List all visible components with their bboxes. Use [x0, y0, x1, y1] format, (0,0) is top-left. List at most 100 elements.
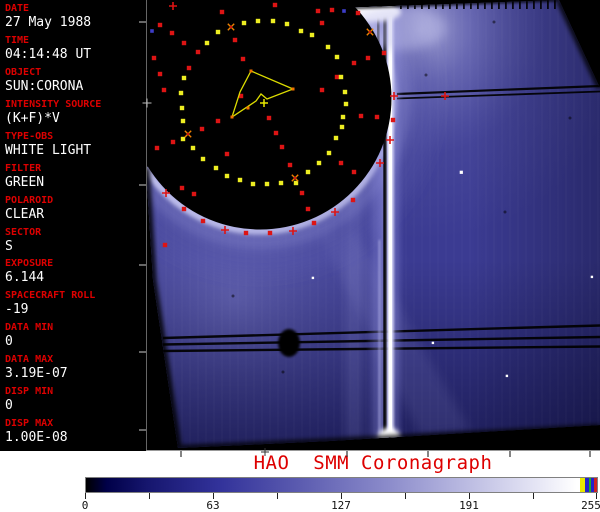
star-marker-yellow	[342, 89, 348, 95]
star-marker-red	[299, 190, 305, 196]
metadata-field-sector: SECTOR S	[5, 227, 145, 254]
metadata-field-filter: FILTER GREEN	[5, 163, 145, 190]
fiducial-comb-mark	[491, 0, 493, 9]
colorbar-label: 63	[206, 499, 220, 512]
star-marker-yellow	[278, 180, 284, 186]
plot-title: HAO SMM Coronagraph	[253, 452, 493, 474]
star-marker-yellow	[204, 40, 210, 46]
star-marker-red	[238, 93, 244, 99]
metadata-field-data-min: DATA MIN 0	[5, 322, 145, 349]
star-marker-yellow	[190, 145, 196, 151]
star-marker-red	[157, 71, 163, 77]
star-marker-red	[279, 144, 285, 150]
metadata-value: SUN:CORONA	[5, 78, 84, 94]
metadata-field-type-obs: TYPE-OBS WHITE LIGHT	[5, 131, 145, 158]
star-marker-red	[267, 230, 273, 236]
fiducial-comb-mark	[505, 0, 507, 9]
plus-marker-red	[441, 92, 449, 100]
star-marker-red	[390, 117, 396, 123]
plus-marker-red	[331, 208, 339, 216]
star-marker-yellow	[339, 124, 345, 130]
star-marker-yellow	[215, 29, 221, 35]
metadata-label: TIME	[5, 34, 30, 46]
fiducial-comb-mark	[512, 0, 514, 9]
star-marker-yellow	[343, 101, 349, 107]
metadata-panel: DATE 27 May 1988 TIME 04:14:48 UT OBJECT SUN:…	[0, 0, 146, 451]
metadata-field-time: TIME 04:14:48 UT	[5, 35, 145, 62]
star-marker-yellow	[179, 105, 185, 111]
star-marker-yellow	[284, 21, 290, 27]
pylon-line	[162, 335, 600, 346]
metadata-value: WHITE LIGHT	[5, 142, 92, 158]
fiducial-comb-mark	[442, 0, 444, 9]
star-marker-red	[157, 22, 163, 28]
fiducial-comb-mark	[477, 0, 479, 9]
fiducial-comb-mark	[428, 0, 430, 9]
star-marker-yellow	[298, 28, 304, 34]
image-background	[146, 0, 600, 450]
star-marker-yellow	[178, 90, 184, 96]
streak-bright-line	[387, 5, 394, 446]
star-marker-red	[162, 242, 168, 248]
star-marker-yellow	[305, 169, 311, 175]
star-marker-red	[243, 230, 249, 236]
metadata-value: 04:14:48 UT	[5, 46, 92, 62]
star-marker-red	[305, 206, 311, 212]
star-marker-red	[154, 145, 160, 151]
fiducial-comb-mark	[456, 0, 458, 9]
metadata-value: -19	[5, 302, 29, 318]
metadata-field-spacecraft-roll: SPACECRAFT ROLL -19	[5, 290, 145, 317]
metadata-value: S	[5, 238, 13, 254]
star-marker-yellow	[180, 118, 186, 124]
metadata-label: OBJECT	[5, 66, 42, 78]
metadata-label: EXPOSURE	[5, 258, 54, 270]
x-marker-orange	[366, 28, 374, 36]
metadata-value: (K+F)*V	[5, 110, 60, 126]
star-marker-red	[181, 206, 187, 212]
metadata-value: 0	[5, 334, 13, 350]
star-marker-yellow	[237, 177, 243, 183]
star-marker-yellow	[293, 180, 299, 186]
fiducial-comb-mark	[498, 0, 500, 9]
bottom-strip: HAO SMM Coronagraph 0 63 127 191 255	[0, 451, 600, 512]
star-marker-yellow	[340, 114, 346, 120]
star-marker-red	[186, 65, 192, 71]
star-marker-red	[273, 130, 279, 136]
blue-mark	[342, 9, 346, 13]
fiducial-comb-mark	[449, 0, 451, 9]
streak-dark-core	[383, 5, 387, 446]
metadata-field-disp-min: DISP MIN 0	[5, 386, 145, 413]
fiducial-comb-mark	[519, 0, 521, 9]
colorbar-label: 0	[81, 499, 89, 512]
star-marker-red	[311, 220, 317, 226]
star-marker-red	[287, 162, 293, 168]
fov-vertex-dot	[291, 87, 295, 91]
star-marker-red	[374, 114, 380, 120]
calibration-stripe	[593, 478, 597, 492]
x-marker-orange	[291, 174, 299, 182]
fiducial-comb-mark	[400, 0, 402, 9]
plus-marker-red	[376, 159, 384, 167]
star-marker-yellow	[200, 156, 206, 162]
metadata-field-intensity-source: INTENSITY SOURCE (K+F)*V	[5, 99, 145, 126]
fiducial-comb-mark	[547, 0, 549, 9]
star-marker-red	[181, 40, 187, 46]
streak-top-flare	[341, 2, 401, 22]
plus-marker-red	[289, 227, 297, 235]
metadata-label: DATE	[5, 3, 30, 14]
fiducial-comb-mark	[435, 0, 437, 9]
fiducial-comb-mark	[533, 0, 535, 9]
star-marker-yellow	[181, 75, 187, 81]
star-marker-red	[315, 8, 321, 14]
star-marker-red	[169, 30, 175, 36]
fiducial-comb-mark	[540, 0, 542, 9]
star-marker-red	[319, 20, 325, 26]
star-marker-yellow	[333, 135, 339, 141]
blue-mark	[150, 29, 154, 33]
star-marker-red	[215, 118, 221, 124]
star-marker-yellow	[270, 18, 276, 24]
dark-blob	[278, 329, 300, 357]
metadata-label: INTENSITY SOURCE	[5, 98, 102, 110]
fiducial-comb-mark	[407, 0, 409, 9]
star-marker-red	[151, 55, 157, 61]
